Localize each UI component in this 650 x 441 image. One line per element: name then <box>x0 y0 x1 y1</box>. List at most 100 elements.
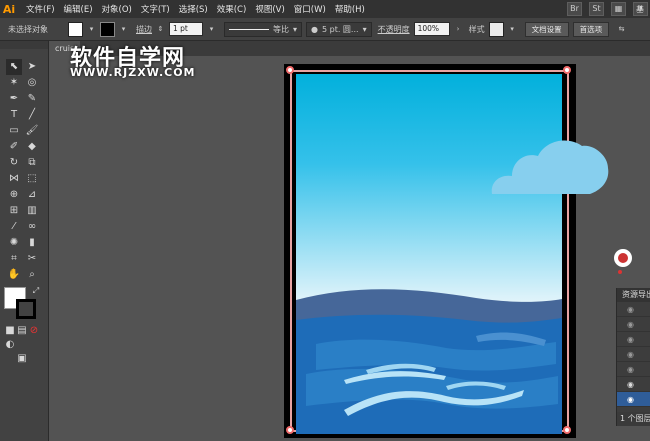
none-mode-icon[interactable]: ⊘ <box>26 323 42 339</box>
free-transform-tool-icon[interactable]: ⬚ <box>24 171 40 187</box>
document-setup-button[interactable]: 文档设置 <box>524 21 569 37</box>
opacity-arrow-icon[interactable]: › <box>454 25 463 34</box>
layout-icon[interactable]: ▦ <box>611 2 626 16</box>
layers-panel: 资源导出 ◉ ◉ ◉ ◉ ◉ ◉ ◉ 1 个图层 <box>616 288 650 426</box>
opacity-field[interactable]: 100% <box>413 22 450 36</box>
opacity-label[interactable]: 不透明度 <box>378 24 410 35</box>
eye-icon[interactable]: ◉ <box>627 380 634 389</box>
pen-tool-icon[interactable]: ✒ <box>6 91 22 107</box>
perspective-grid-tool-icon[interactable]: ⊿ <box>24 187 40 203</box>
layers-count: 1 个图层 <box>617 412 650 426</box>
width-tool-icon[interactable]: ⋈ <box>6 171 22 187</box>
frame-line-right <box>567 70 569 432</box>
eye-icon[interactable]: ◉ <box>627 305 634 314</box>
swap-colors-icon[interactable]: ⤢ <box>28 283 44 299</box>
toolbar-handle[interactable] <box>0 41 48 49</box>
layer-row[interactable]: ◉ <box>617 317 650 332</box>
rectangle-tool-icon[interactable]: ▭ <box>6 123 22 139</box>
menu-edit[interactable]: 编辑(E) <box>64 3 93 15</box>
artboard-tool-icon[interactable]: ⌗ <box>6 251 22 267</box>
stroke-profile-preview <box>229 28 269 30</box>
style-dropdown-icon[interactable]: ▾ <box>508 25 517 34</box>
lifebuoy-dot <box>618 270 622 274</box>
brush-label: 5 pt. 圆... <box>322 24 359 34</box>
shaper-tool-icon[interactable]: ✐ <box>6 139 22 155</box>
workspace-switcher[interactable]: 基 <box>636 4 644 15</box>
hand-tool-icon[interactable]: ✋ <box>6 267 22 283</box>
menu-type[interactable]: 文字(T) <box>141 3 170 15</box>
corner-anchor-top-right[interactable] <box>563 66 571 74</box>
magic-wand-tool-icon[interactable]: ✶ <box>6 75 22 91</box>
scale-tool-icon[interactable]: ⧉ <box>24 155 40 171</box>
stroke-dropdown-icon[interactable]: ▾ <box>119 25 128 34</box>
rotate-tool-icon[interactable]: ↻ <box>6 155 22 171</box>
layer-row[interactable]: ◉ <box>617 332 650 347</box>
menu-view[interactable]: 视图(V) <box>255 3 284 15</box>
tools-panel: ⬉ ➤ ✶ ◎ ✒ ✎ T ╱ ▭ 🖌 ✐ ◆ ↻ ⧉ ⋈ ⬚ ⊕ ⊿ ⊞ ▥ … <box>0 41 49 441</box>
blend-tool-icon[interactable]: ∞ <box>24 219 40 235</box>
lifebuoy-icon[interactable] <box>614 249 632 267</box>
app-logo: Ai <box>2 2 16 16</box>
bridge-icon[interactable]: Br <box>567 2 582 16</box>
column-graph-tool-icon[interactable]: ▮ <box>24 235 40 251</box>
paintbrush-tool-icon[interactable]: 🖌 <box>24 123 40 139</box>
layer-row[interactable]: ◉ <box>617 362 650 377</box>
stroke-profile[interactable]: 等比 ▾ <box>224 21 303 37</box>
corner-anchor-bottom-left[interactable] <box>286 426 294 434</box>
layer-row[interactable]: ◉ <box>617 302 650 317</box>
frame-line-top <box>290 70 569 72</box>
cloud-shape[interactable] <box>490 128 610 196</box>
eraser-tool-icon[interactable]: ◆ <box>24 139 40 155</box>
stroke-weight-field[interactable]: 1 pt <box>169 22 203 36</box>
menu-select[interactable]: 选择(S) <box>179 3 208 15</box>
eye-icon[interactable]: ◉ <box>627 395 634 404</box>
no-selection-label: 未选择对象 <box>8 24 48 34</box>
layers-panel-title[interactable]: 资源导出 <box>617 288 650 302</box>
fill-dropdown-icon[interactable]: ▾ <box>87 25 96 34</box>
stroke-stepper-icon[interactable]: ⇕ <box>156 25 165 34</box>
stroke-profile-label: 等比 <box>273 24 289 34</box>
gradient-tool-icon[interactable]: ▥ <box>24 203 40 219</box>
screen-mode-icon[interactable]: ▣ <box>14 351 30 367</box>
layer-row[interactable]: ◉ <box>617 377 650 392</box>
chevron-down-icon: ▾ <box>293 24 298 34</box>
eye-icon[interactable]: ◉ <box>627 350 634 359</box>
stroke-weight-dropdown-icon[interactable]: ▾ <box>207 25 216 34</box>
mesh-tool-icon[interactable]: ⊞ <box>6 203 22 219</box>
eye-icon[interactable]: ◉ <box>627 365 634 374</box>
control-bar: 未选择对象 ▾ ▾ 描边 ⇕ 1 pt ▾ 等比 ▾ ● 5 pt. 圆... … <box>0 18 650 41</box>
stroke-color-box[interactable] <box>16 299 36 319</box>
slice-tool-icon[interactable]: ✂ <box>24 251 40 267</box>
menu-effect[interactable]: 效果(C) <box>217 3 247 15</box>
corner-anchor-top-left[interactable] <box>286 66 294 74</box>
symbol-sprayer-tool-icon[interactable]: ✺ <box>6 235 22 251</box>
preferences-button[interactable]: 首选项 <box>572 21 610 37</box>
eye-icon[interactable]: ◉ <box>627 335 634 344</box>
shape-builder-tool-icon[interactable]: ⊕ <box>6 187 22 203</box>
type-tool-icon[interactable]: T <box>6 107 22 123</box>
fill-swatch[interactable] <box>68 21 83 37</box>
watermark-url: WWW.RJZXW.COM <box>70 66 196 79</box>
frame-line-left <box>290 70 292 432</box>
arrange-icon[interactable]: ⇆ <box>617 25 626 34</box>
eye-icon[interactable]: ◉ <box>627 320 634 329</box>
stroke-label[interactable]: 描边 <box>136 24 152 35</box>
style-swatch[interactable] <box>488 21 504 37</box>
stroke-swatch[interactable] <box>100 21 115 37</box>
line-tool-icon[interactable]: ╱ <box>24 107 40 123</box>
layer-row[interactable]: ◉ <box>617 347 650 362</box>
menu-window[interactable]: 窗口(W) <box>294 3 326 15</box>
zoom-tool-icon[interactable]: ⌕ <box>24 267 40 283</box>
lasso-tool-icon[interactable]: ◎ <box>24 75 40 91</box>
curvature-tool-icon[interactable]: ✎ <box>24 91 40 107</box>
stock-icon[interactable]: St <box>589 2 604 16</box>
direct-selection-tool-icon[interactable]: ➤ <box>24 59 40 75</box>
corner-anchor-bottom-right[interactable] <box>563 426 571 434</box>
brush-definition[interactable]: ● 5 pt. 圆... ▾ <box>306 21 372 37</box>
selection-tool-icon[interactable]: ⬉ <box>6 59 22 75</box>
layer-row-selected[interactable]: ◉ <box>617 392 650 407</box>
menu-object[interactable]: 对象(O) <box>102 3 132 15</box>
menu-file[interactable]: 文件(F) <box>26 3 55 15</box>
eyedropper-tool-icon[interactable]: ⁄ <box>6 219 22 235</box>
menu-help[interactable]: 帮助(H) <box>335 3 365 15</box>
